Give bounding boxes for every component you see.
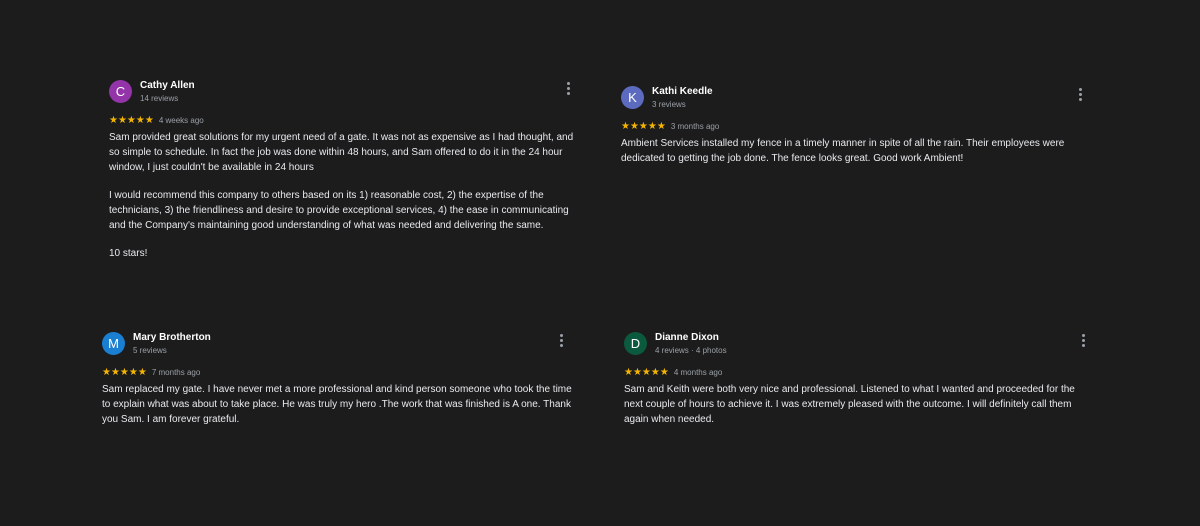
rating-row: ★★★★★ 4 months ago <box>624 365 1090 378</box>
review-text: Sam replaced my gate. I have never met a… <box>102 384 572 425</box>
review-header: M Mary Brotherton 5 reviews <box>102 332 572 360</box>
avatar[interactable]: C <box>109 80 132 103</box>
review-text: Sam provided great solutions for my urge… <box>109 132 574 173</box>
reviewer-meta: 3 reviews <box>652 100 686 109</box>
review-card: D Dianne Dixon 4 reviews · 4 photos ★★★★… <box>624 332 1090 427</box>
reviewer-name[interactable]: Kathi Keedle <box>652 86 713 97</box>
review-header: K Kathi Keedle 3 reviews <box>621 86 1086 114</box>
review-card: C Cathy Allen 14 reviews ★★★★★ 4 weeks ag… <box>109 80 574 261</box>
star-rating: ★★★★★ <box>109 115 154 126</box>
review-header: D Dianne Dixon 4 reviews · 4 photos <box>624 332 1090 360</box>
review-text: I would recommend this company to others… <box>109 190 569 231</box>
more-options-icon[interactable] <box>558 334 564 350</box>
review-date: 4 weeks ago <box>158 116 204 125</box>
star-rating: ★★★★★ <box>621 121 666 132</box>
star-rating: ★★★★★ <box>624 367 669 378</box>
reviewer-meta: 4 reviews · 4 photos <box>655 346 727 355</box>
review-text: Ambient Services installed my fence in a… <box>621 138 1065 164</box>
star-rating: ★★★★★ <box>102 367 147 378</box>
rating-row: ★★★★★ 3 months ago <box>621 119 1086 132</box>
review-card: K Kathi Keedle 3 reviews ★★★★★ 3 months a… <box>621 86 1086 166</box>
reviewer-name[interactable]: Dianne Dixon <box>655 332 719 343</box>
review-date: 7 months ago <box>151 368 201 377</box>
review-date: 4 months ago <box>673 368 723 377</box>
reviewer-name[interactable]: Mary Brotherton <box>133 332 211 343</box>
review-text: 10 stars! <box>109 248 148 259</box>
reviews-canvas: C Cathy Allen 14 reviews ★★★★★ 4 weeks ag… <box>0 0 1200 526</box>
reviewer-meta: 14 reviews <box>140 94 179 103</box>
review-text: Sam and Keith were both very nice and pr… <box>624 384 1075 425</box>
more-options-icon[interactable] <box>1080 334 1086 350</box>
avatar[interactable]: K <box>621 86 644 109</box>
review-card: M Mary Brotherton 5 reviews ★★★★★ 7 month… <box>102 332 572 427</box>
reviewer-meta: 5 reviews <box>133 346 167 355</box>
review-header: C Cathy Allen 14 reviews <box>109 80 574 108</box>
reviewer-name[interactable]: Cathy Allen <box>140 80 195 91</box>
rating-row: ★★★★★ 4 weeks ago <box>109 113 574 126</box>
rating-row: ★★★★★ 7 months ago <box>102 365 572 378</box>
avatar[interactable]: D <box>624 332 647 355</box>
review-date: 3 months ago <box>670 122 720 131</box>
more-options-icon[interactable] <box>1077 88 1083 104</box>
more-options-icon[interactable] <box>565 82 571 98</box>
avatar[interactable]: M <box>102 332 125 355</box>
